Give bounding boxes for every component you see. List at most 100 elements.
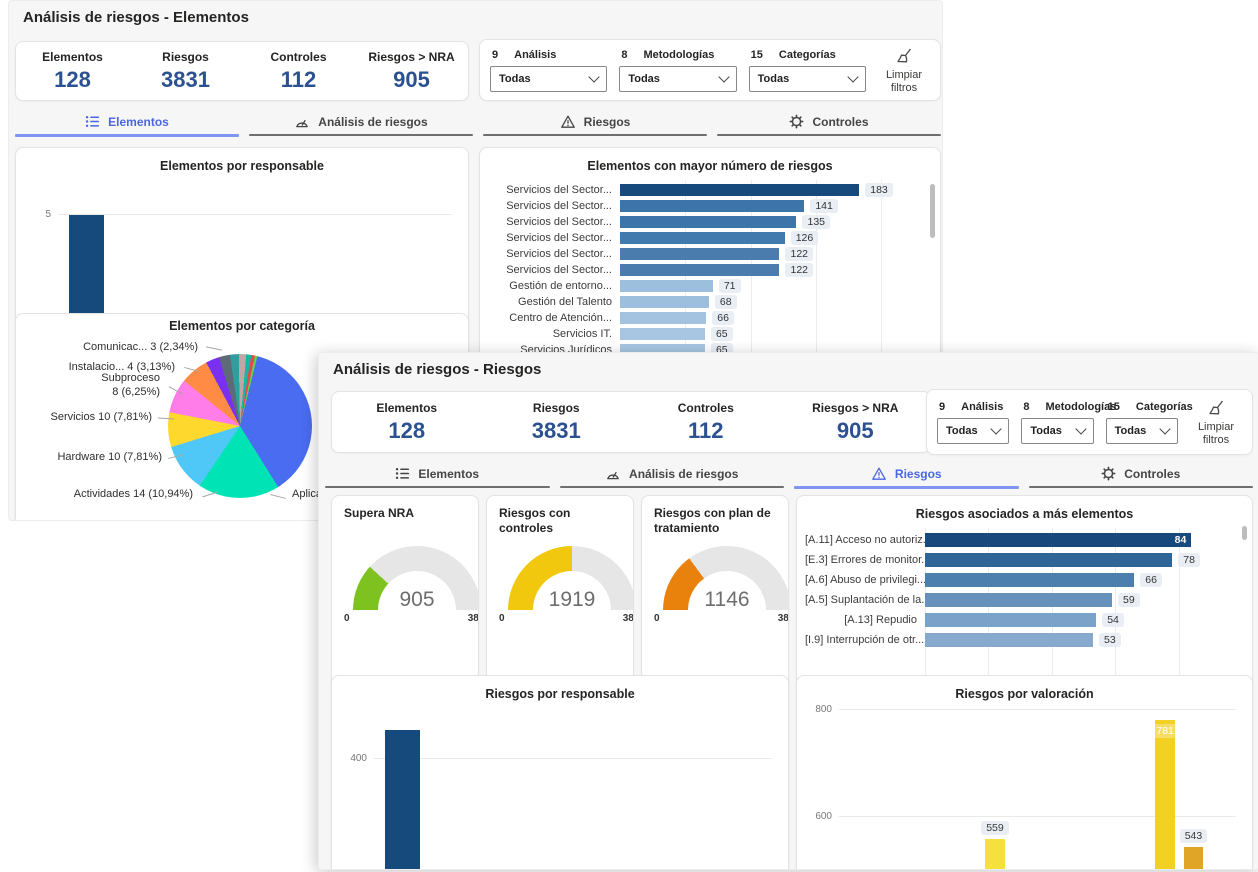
bar[interactable] [620, 200, 804, 212]
scrollbar[interactable] [930, 184, 935, 238]
bar-label: Servicios del Sector... [488, 264, 620, 276]
filter-group: 8MetodologíasTodas [1021, 401, 1093, 444]
bar[interactable]: 84 [925, 533, 1191, 547]
chart-title: Riesgos asociados a más elementos [805, 502, 1244, 526]
kpi-label: Riesgos > NRA [781, 401, 931, 415]
table-row: Gestión de entorno...71 [488, 278, 932, 294]
filter-label: Categorías [779, 49, 836, 61]
tab-an-lisis-de-riesgos[interactable]: Análisis de riesgos [560, 461, 785, 493]
bar[interactable] [385, 730, 420, 870]
table-row: Servicios IT.65 [488, 326, 932, 342]
bar[interactable] [620, 248, 779, 260]
window-title: Análisis de riesgos - Riesgos [333, 361, 541, 378]
pie[interactable] [168, 354, 312, 498]
filter-header: 15Categorías [1106, 401, 1178, 413]
dropdown-value: Todas [628, 73, 660, 85]
warning-icon [871, 466, 887, 482]
plot-area: 0200400600800592883211781425595510132915… [839, 710, 1236, 870]
bar-label: Gestión del Talento [488, 296, 620, 308]
bar[interactable] [1184, 847, 1204, 870]
value-label: 122 [785, 247, 813, 261]
bar[interactable] [620, 328, 705, 340]
bar[interactable] [925, 633, 1093, 647]
kpi-row: Elementos128Riesgos3831Controles112Riesg… [16, 42, 468, 100]
tab-elementos[interactable]: Elementos [15, 109, 239, 141]
bar[interactable]: 781 [1155, 720, 1175, 870]
dropdown-análisis[interactable]: Todas [490, 66, 607, 92]
tab-riesgos[interactable]: Riesgos [794, 461, 1019, 493]
kpi-item: Riesgos3831 [482, 401, 632, 444]
tab-label: Análisis de riesgos [629, 467, 738, 481]
tab-an-lisis-de-riesgos[interactable]: Análisis de riesgos [249, 109, 473, 141]
dropdown-metodologías[interactable]: Todas [1021, 418, 1093, 444]
gauge-title: Riesgos con controles [499, 506, 621, 536]
leader-line [202, 492, 218, 498]
bar[interactable] [620, 216, 796, 228]
kpi-value: 905 [781, 418, 931, 444]
table-row: Gestión del Talento68 [488, 294, 932, 310]
dropdown-análisis[interactable]: Todas [937, 418, 1009, 444]
bar[interactable] [620, 280, 713, 292]
pie-label: Comunicac... 3 (2,34%) [83, 341, 198, 355]
table-row: [A.11] Acceso no autoriz...84 [805, 530, 1244, 550]
bar-label: Servicios IT. [488, 328, 620, 340]
tab-label: Riesgos [895, 467, 942, 481]
bar[interactable] [620, 184, 859, 196]
clear-filters-button[interactable]: Limpiar filtros [1190, 398, 1242, 447]
filter-count: 9 [492, 49, 498, 61]
tab-elementos[interactable]: Elementos [325, 461, 550, 493]
tab-bar: Elementos Análisis de riesgos Riesgos Contr… [325, 461, 1253, 493]
table-row: Servicios del Sector...122 [488, 262, 932, 278]
bar-label: [A.6] Abuso de privilegi... [805, 574, 925, 586]
value-label: 183 [865, 183, 893, 197]
window-analisis-riesgos: Análisis de riesgos - Riesgos Elementos 1… [318, 352, 1258, 870]
gauge-arc: 905 [353, 546, 479, 610]
chart-riesgos-por-responsable[interactable]: Riesgos por responsable0200400Juan P.Jul… [331, 675, 789, 870]
bar[interactable] [925, 573, 1134, 587]
tab-controles[interactable]: Controles [1029, 461, 1254, 493]
clear-filters-button[interactable]: Limpiar filtros [878, 46, 930, 95]
tab-label: Controles [812, 115, 868, 129]
tab-riesgos[interactable]: Riesgos [483, 109, 707, 141]
dropdown-categorías[interactable]: Todas [1106, 418, 1178, 444]
pie-label: Subproceso8 (6,25%) [101, 372, 160, 400]
tab-controles[interactable]: Controles [717, 109, 941, 141]
kpi-card: Elementos128Riesgos3831Controles112Riesg… [15, 41, 469, 101]
chart-riesgos-por-valoracion[interactable]: Riesgos por valoración020040060080059288… [796, 675, 1253, 870]
value-label: 66 [1140, 573, 1162, 587]
kpi-label: Elementos [16, 50, 129, 64]
dropdown-categorías[interactable]: Todas [749, 66, 866, 92]
bar[interactable] [925, 593, 1112, 607]
bar[interactable] [925, 553, 1172, 567]
kpi-label: Controles [242, 50, 355, 64]
bar[interactable] [620, 232, 785, 244]
filter-header: 9 Análisis [490, 49, 607, 61]
gauge-max: 3831 [778, 613, 789, 624]
kpi-label: Elementos [332, 401, 482, 415]
window-title: Análisis de riesgos - Elementos [23, 9, 249, 26]
kpi-item: Controles112 [631, 401, 781, 444]
filter-row: 9AnálisisTodas8MetodologíasTodas15Catego… [480, 40, 940, 100]
gauge-value: 1146 [663, 588, 789, 610]
filter-count: 9 [939, 401, 945, 413]
dropdown-value: Todas [1030, 425, 1062, 437]
filter-label: Análisis [514, 49, 556, 61]
bar[interactable] [620, 312, 706, 324]
kpi-value: 3831 [482, 418, 632, 444]
bar[interactable] [620, 296, 709, 308]
value-label: 66 [712, 311, 734, 325]
value-label: 781 [1151, 724, 1179, 738]
scrollbar[interactable] [1242, 526, 1247, 540]
bar[interactable] [620, 264, 779, 276]
dropdown-metodologías[interactable]: Todas [619, 66, 736, 92]
kpi-row: Elementos128Riesgos3831Controles112Riesg… [332, 392, 930, 452]
bar[interactable] [925, 613, 1096, 627]
value-label: 543 [1180, 829, 1208, 843]
kpi-label: Controles [631, 401, 781, 415]
bar[interactable] [985, 839, 1005, 870]
gauge-min: 0 [344, 613, 350, 624]
kpi-item: Riesgos > NRA 905 [781, 401, 931, 444]
kpi-item: Elementos128 [16, 50, 129, 93]
filter-count: 8 [621, 49, 627, 61]
gauge-min: 0 [654, 613, 660, 624]
